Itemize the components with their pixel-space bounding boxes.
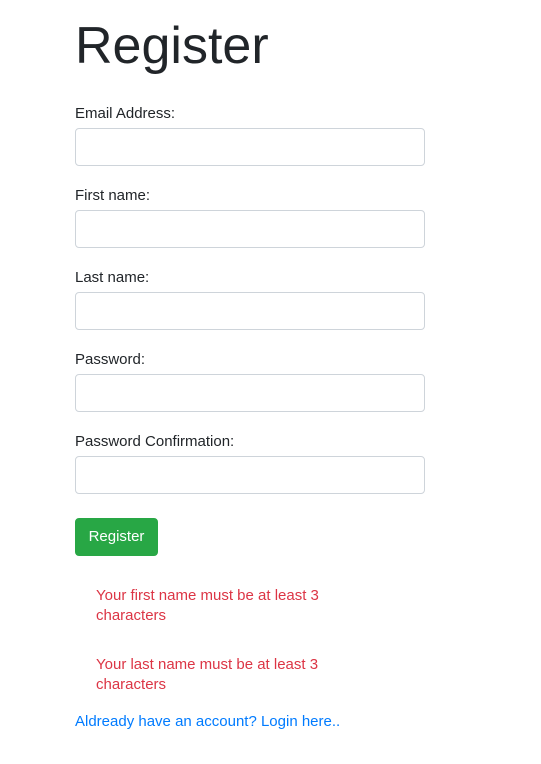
login-link[interactable]: Aldready have an account? Login here.. bbox=[75, 712, 340, 732]
first-name-label: First name: bbox=[75, 187, 151, 204]
register-button[interactable]: Register bbox=[75, 518, 158, 556]
last-name-error: Your last name must be at least 3 charac… bbox=[96, 656, 319, 693]
first-name-error: Your first name must be at least 3 chara… bbox=[96, 587, 319, 624]
password-confirmation-label: Password Confirmation: bbox=[75, 433, 235, 450]
first-name-field[interactable] bbox=[75, 210, 425, 248]
last-name-field[interactable] bbox=[75, 292, 425, 330]
page-title: Register bbox=[75, 17, 269, 75]
last-name-label: Last name: bbox=[75, 269, 150, 286]
email-label: Email Address: bbox=[75, 105, 176, 122]
password-label: Password: bbox=[75, 351, 146, 368]
password-confirmation-field[interactable] bbox=[75, 456, 425, 494]
password-field[interactable] bbox=[75, 374, 425, 412]
email-field[interactable] bbox=[75, 128, 425, 166]
